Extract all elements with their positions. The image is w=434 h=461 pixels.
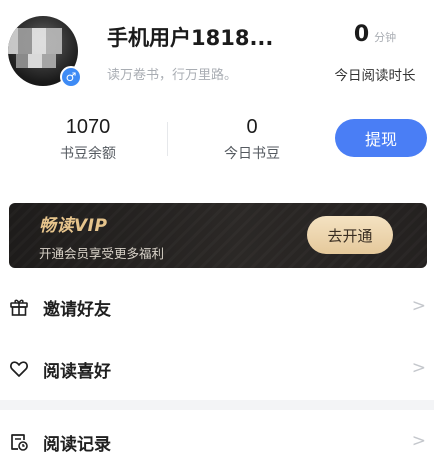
avatar-container[interactable]: ♂ (8, 16, 82, 90)
vip-description: 开通会员享受更多福利 (39, 246, 165, 261)
menu-item-reading-history[interactable]: 阅读记录 > (0, 423, 434, 461)
profile-motto: 读万卷书，行万里路。 (107, 68, 238, 83)
username[interactable]: 手机用户1818... (107, 22, 273, 52)
open-vip-button[interactable]: 去开通 (307, 216, 393, 254)
heart-icon (10, 361, 28, 377)
today-beans-label: 今日书豆 (224, 146, 280, 162)
bean-balance-value: 1070 (65, 116, 111, 138)
history-icon (11, 434, 28, 451)
male-icon: ♂ (60, 66, 82, 88)
vip-title: 畅读VIP (39, 216, 108, 236)
stat-today-beans[interactable]: 0 今日书豆 (187, 116, 317, 163)
stat-bean-balance[interactable]: 1070 书豆余额 (23, 116, 153, 163)
chevron-right-icon: > (411, 296, 426, 316)
withdraw-button[interactable]: 提现 (335, 119, 427, 157)
menu-item-reading-preference[interactable]: 阅读喜好 > (0, 350, 434, 390)
chevron-right-icon: > (411, 431, 426, 451)
menu-label-reading-history: 阅读记录 (43, 435, 111, 455)
gift-icon (10, 299, 28, 316)
menu-item-invite-friends[interactable]: 邀请好友 > (0, 288, 434, 328)
read-time-display: 0 分钟 (320, 22, 430, 47)
section-divider (0, 400, 434, 410)
avatar-pixelation (8, 28, 62, 54)
stat-divider (167, 122, 168, 156)
today-beans-value: 0 (246, 116, 258, 138)
read-time-value: 0 (353, 22, 370, 47)
read-time-unit: 分钟 (374, 31, 397, 44)
menu-label-invite-friends: 邀请好友 (43, 300, 111, 320)
avatar-pixelation-lower (16, 54, 56, 68)
chevron-right-icon: > (411, 358, 426, 378)
menu-label-reading-preference: 阅读喜好 (43, 362, 111, 382)
bean-balance-label: 书豆余额 (60, 146, 116, 162)
read-time-label: 今日阅读时长 (334, 68, 416, 84)
